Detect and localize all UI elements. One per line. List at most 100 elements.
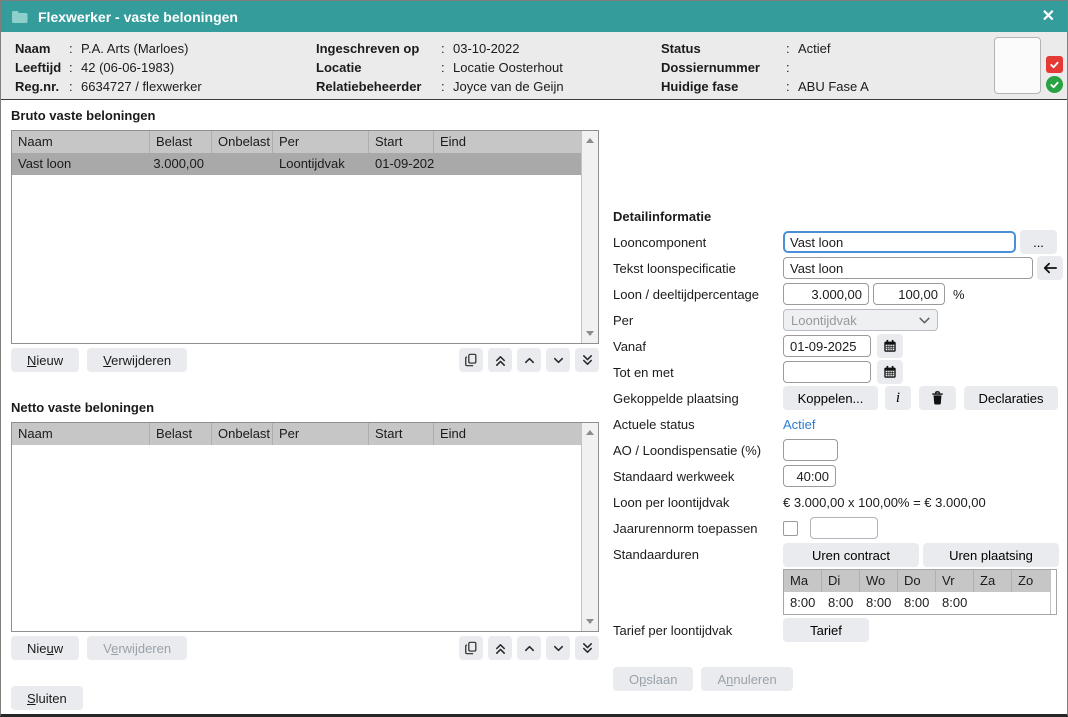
revert-text-button[interactable] bbox=[1037, 256, 1063, 280]
scroll-up-icon[interactable] bbox=[586, 430, 594, 435]
double-chevron-up-icon bbox=[494, 354, 507, 367]
leeftijd-value: 42 (06-06-1983) bbox=[81, 58, 174, 77]
day-hours-vr[interactable]: 8:00 bbox=[936, 592, 974, 614]
column-header-start[interactable]: Start bbox=[369, 423, 434, 445]
ingeschreven-value: 03-10-2022 bbox=[453, 39, 520, 58]
plaatsing-info-button[interactable]: i bbox=[885, 386, 911, 410]
column-header-per[interactable]: Per bbox=[273, 131, 369, 153]
column-header-onbelast[interactable]: Onbelast bbox=[212, 423, 273, 445]
day-hours-ma[interactable]: 8:00 bbox=[784, 592, 822, 614]
regnr-label: Reg.nr. bbox=[15, 77, 69, 96]
column-header-eind[interactable]: Eind bbox=[434, 131, 581, 153]
tarief-per-loontijdvak-label: Tarief per loontijdvak bbox=[613, 623, 783, 638]
column-header-belast[interactable]: Belast bbox=[150, 423, 212, 445]
leeftijd-label: Leeftijd bbox=[15, 58, 69, 77]
deeltijdpercentage-input[interactable] bbox=[873, 283, 945, 305]
day-header-wo: Wo bbox=[860, 570, 898, 592]
scroll-down-icon[interactable] bbox=[586, 331, 594, 336]
red-check-icon[interactable] bbox=[1046, 56, 1063, 73]
info-group-1: Naam : P.A. Arts (Marloes) Leeftijd : 42… bbox=[15, 39, 202, 96]
netto-move-top-button[interactable] bbox=[488, 636, 512, 660]
sluiten-button[interactable]: Sluiten bbox=[11, 686, 83, 710]
calendar-icon bbox=[883, 365, 897, 379]
relatiebeheerder-value: Joyce van de Geijn bbox=[453, 77, 564, 96]
close-icon[interactable]: ✕ bbox=[1042, 9, 1055, 25]
looncomponent-more-button[interactable]: ... bbox=[1020, 230, 1057, 254]
bruto-copy-button[interactable] bbox=[459, 348, 483, 372]
tot-en-met-date-input[interactable] bbox=[783, 361, 871, 383]
per-select[interactable]: Loontijdvak bbox=[783, 309, 938, 331]
day-header-ma: Ma bbox=[784, 570, 822, 592]
tot-en-met-calendar-button[interactable] bbox=[877, 360, 903, 384]
netto-move-up-button[interactable] bbox=[517, 636, 541, 660]
netto-nieuw-button[interactable]: Nieuw bbox=[11, 636, 79, 660]
flexworker-info-header: Naam : P.A. Arts (Marloes) Leeftijd : 42… bbox=[1, 32, 1067, 100]
bruto-verwijderen-button[interactable]: Verwijderen bbox=[87, 348, 187, 372]
scroll-down-icon[interactable] bbox=[586, 619, 594, 624]
bruto-move-top-button[interactable] bbox=[488, 348, 512, 372]
day-hours-di[interactable]: 8:00 bbox=[822, 592, 860, 614]
bruto-nieuw-button[interactable]: Nieuw bbox=[11, 348, 79, 372]
copy-icon bbox=[464, 353, 478, 367]
actuele-status-link[interactable]: Actief bbox=[783, 417, 816, 432]
column-header-per[interactable]: Per bbox=[273, 423, 369, 445]
koppelen-button[interactable]: Koppelen... bbox=[783, 386, 878, 410]
info-group-3: Status : Actief Dossiernummer : Huidige … bbox=[661, 39, 869, 96]
per-label: Per bbox=[613, 313, 783, 328]
column-header-naam[interactable]: Naam bbox=[12, 423, 150, 445]
loon-bedrag-input[interactable] bbox=[783, 283, 869, 305]
scroll-up-icon[interactable] bbox=[586, 138, 594, 143]
vanaf-date-input[interactable] bbox=[783, 335, 871, 357]
day-hours-zo[interactable] bbox=[1012, 592, 1050, 614]
looncomponent-row: Looncomponent ... bbox=[613, 231, 1067, 253]
netto-verwijderen-button[interactable]: Verwijderen bbox=[87, 636, 187, 660]
vanaf-calendar-button[interactable] bbox=[877, 334, 903, 358]
uren-plaatsing-button[interactable]: Uren plaatsing bbox=[923, 543, 1059, 567]
column-header-start[interactable]: Start bbox=[369, 131, 434, 153]
day-hours-do[interactable]: 8:00 bbox=[898, 592, 936, 614]
locatie-label: Locatie bbox=[316, 58, 441, 77]
standaarduren-table-scroll-strip bbox=[1050, 570, 1056, 614]
cell-start: 01-09-2025 bbox=[369, 153, 434, 175]
looncomponent-input[interactable] bbox=[783, 231, 1016, 253]
opslaan-button[interactable]: Opslaan bbox=[613, 667, 693, 691]
tarief-button[interactable]: Tarief bbox=[783, 618, 869, 642]
uren-contract-button[interactable]: Uren contract bbox=[783, 543, 919, 567]
column-header-naam[interactable]: Naam bbox=[12, 131, 150, 153]
column-header-eind[interactable]: Eind bbox=[434, 423, 581, 445]
day-hours-za[interactable] bbox=[974, 592, 1012, 614]
day-header-do: Do bbox=[898, 570, 936, 592]
column-header-belast[interactable]: Belast bbox=[150, 131, 212, 153]
jaarurennorm-checkbox[interactable] bbox=[783, 521, 798, 536]
jaarurennorm-input[interactable] bbox=[810, 517, 878, 539]
annuleren-button[interactable]: Annuleren bbox=[701, 667, 792, 691]
info-row-ingeschreven: Ingeschreven op : 03-10-2022 bbox=[316, 39, 564, 58]
info-row-regnr: Reg.nr. : 6634727 / flexwerker bbox=[15, 77, 202, 96]
column-header-onbelast[interactable]: Onbelast bbox=[212, 131, 273, 153]
netto-move-bottom-button[interactable] bbox=[575, 636, 599, 660]
netto-table-scrollbar[interactable] bbox=[581, 423, 598, 631]
jaarurennorm-label: Jaarurennorm toepassen bbox=[613, 521, 783, 536]
netto-move-down-button[interactable] bbox=[546, 636, 570, 660]
bruto-move-down-button[interactable] bbox=[546, 348, 570, 372]
green-check-icon[interactable] bbox=[1046, 76, 1063, 93]
ontkoppelen-button[interactable] bbox=[919, 386, 956, 410]
flexwerker-window: Flexwerker - vaste beloningen ✕ Naam : P… bbox=[0, 0, 1068, 717]
bruto-table-scrollbar[interactable] bbox=[581, 131, 598, 343]
netto-copy-button[interactable] bbox=[459, 636, 483, 660]
day-hours-wo[interactable]: 8:00 bbox=[860, 592, 898, 614]
bruto-move-up-button[interactable] bbox=[517, 348, 541, 372]
cell-eind bbox=[434, 153, 581, 175]
info-row-relatiebeheerder: Relatiebeheerder : Joyce van de Geijn bbox=[316, 77, 564, 96]
standaard-werkweek-input[interactable] bbox=[783, 465, 836, 487]
jaarurennorm-row: Jaarurennorm toepassen bbox=[613, 517, 1067, 539]
ao-loondispensatie-input[interactable] bbox=[783, 439, 838, 461]
separator: : bbox=[786, 77, 798, 96]
table-row[interactable]: Vast loon 3.000,00 Loontijdvak 01-09-202… bbox=[12, 153, 581, 175]
tekst-loonspecificatie-input[interactable] bbox=[783, 257, 1033, 279]
separator: : bbox=[69, 77, 81, 96]
declaraties-button[interactable]: Declaraties bbox=[964, 386, 1058, 410]
cell-belast: 3.000,00 bbox=[150, 153, 212, 175]
bruto-move-bottom-button[interactable] bbox=[575, 348, 599, 372]
double-chevron-up-icon bbox=[494, 642, 507, 655]
